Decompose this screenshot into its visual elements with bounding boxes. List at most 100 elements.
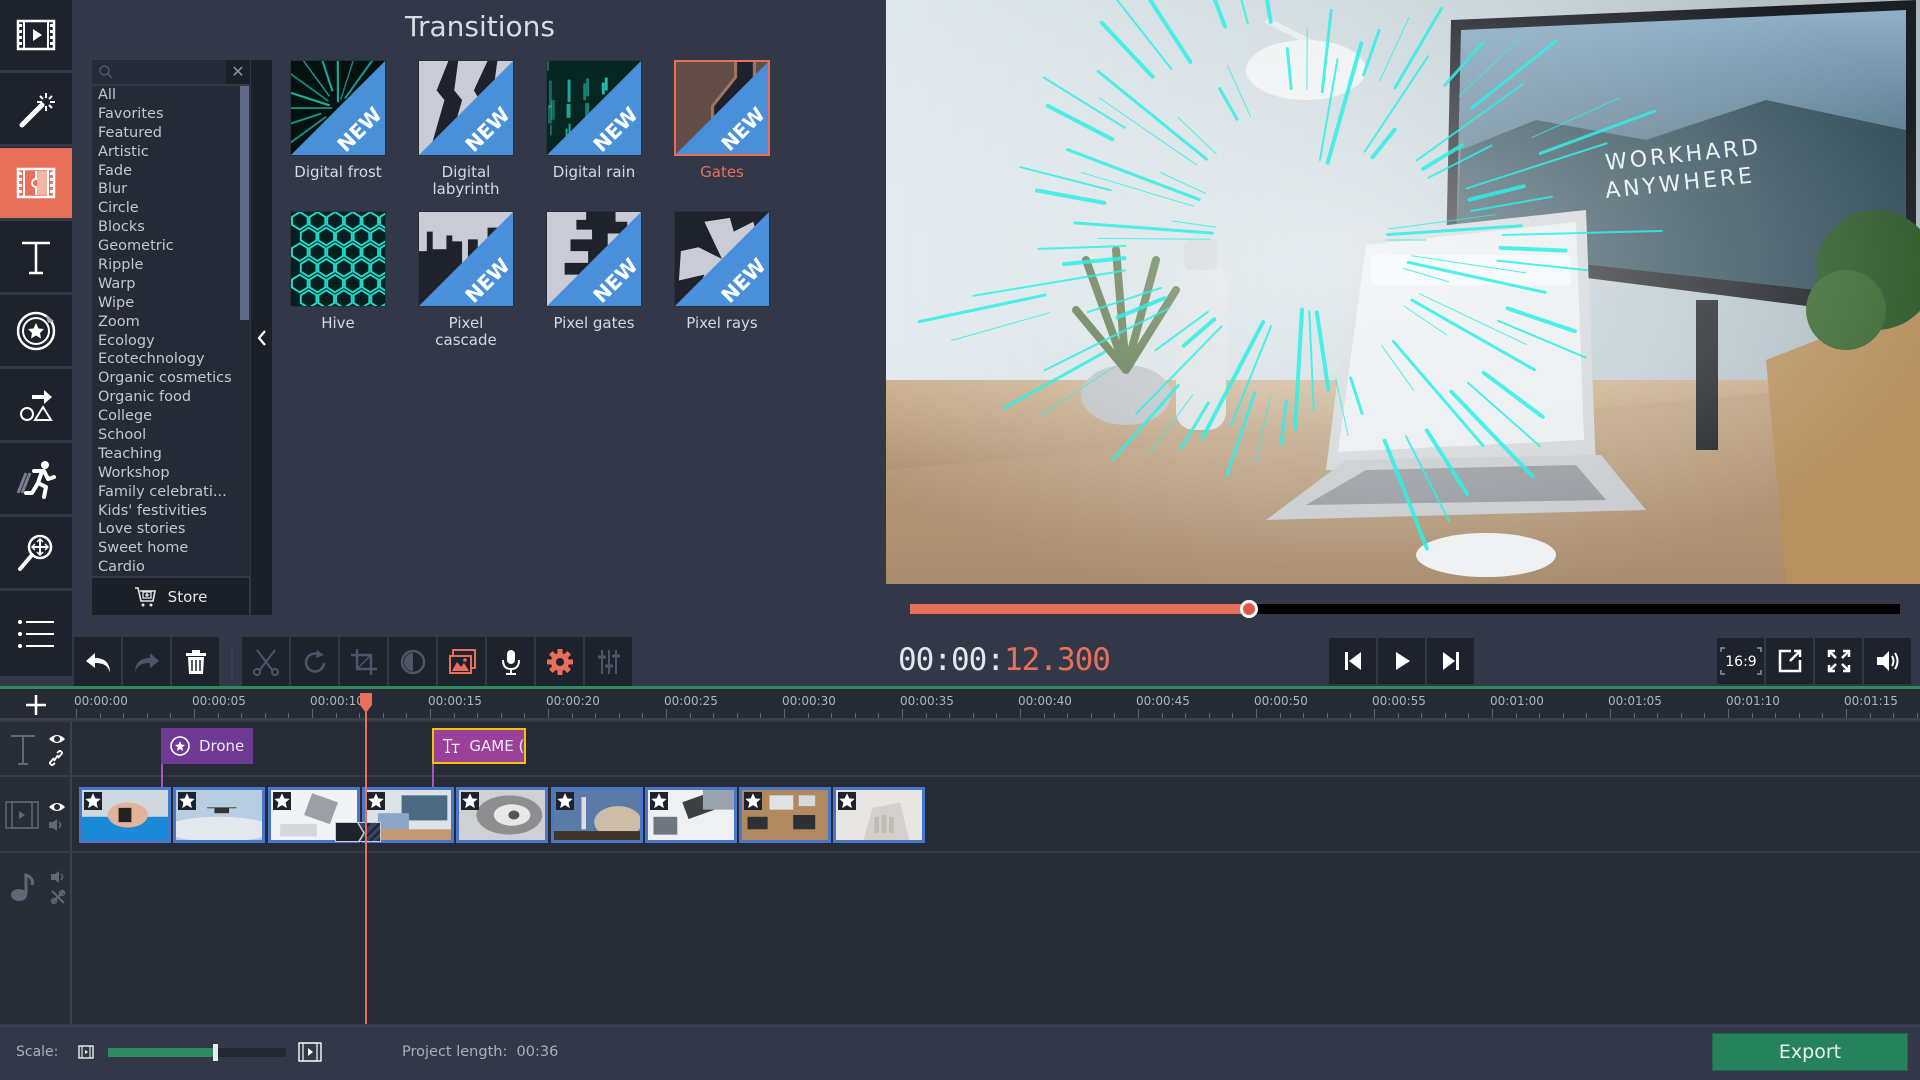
- video-clip-tunnel[interactable]: [456, 787, 549, 843]
- playback-progress-bar[interactable]: [910, 600, 1900, 618]
- transition-tile[interactable]: NEW Pixel rays: [674, 211, 770, 332]
- video-clip-smartwatch[interactable]: [79, 787, 171, 843]
- color-adjust-button[interactable]: [389, 637, 436, 686]
- rotate-button[interactable]: [291, 637, 338, 686]
- category-scrollbar[interactable]: [240, 86, 249, 576]
- favorite-star-icon[interactable]: [838, 792, 857, 810]
- progress-handle[interactable]: [1239, 600, 1258, 618]
- favorite-star-icon[interactable]: [649, 792, 668, 810]
- transition-tile[interactable]: NEW Gates: [674, 60, 770, 181]
- export-button[interactable]: Export: [1712, 1033, 1908, 1071]
- category-item[interactable]: Sweet home: [92, 539, 250, 558]
- favorite-star-icon[interactable]: [178, 792, 197, 810]
- undo-button[interactable]: [74, 637, 121, 686]
- sidebar-item-callouts[interactable]: [0, 370, 72, 443]
- category-item[interactable]: Organic food: [92, 388, 250, 407]
- zoom-in-film-icon[interactable]: [298, 1042, 322, 1062]
- aspect-ratio-button[interactable]: 16:9: [1717, 638, 1764, 684]
- sidebar-item-more[interactable]: [0, 592, 72, 676]
- video-clip-meeting-table[interactable]: [739, 787, 832, 843]
- category-item[interactable]: Workshop: [92, 464, 250, 483]
- link-icon[interactable]: [49, 750, 63, 766]
- volume-button[interactable]: [1864, 638, 1911, 684]
- redo-button[interactable]: [123, 637, 170, 686]
- record-voice-button[interactable]: [487, 637, 534, 686]
- favorite-star-icon[interactable]: [366, 792, 385, 810]
- favorite-star-icon[interactable]: [84, 792, 102, 810]
- timeline-tracks[interactable]: [0, 722, 1920, 1024]
- sidebar-item-import[interactable]: [0, 0, 72, 73]
- category-item[interactable]: Family celebrati...: [92, 483, 250, 502]
- title-clip[interactable]: GAME (: [432, 728, 527, 764]
- sidebar-item-transitions[interactable]: [0, 148, 72, 221]
- category-item[interactable]: Teaching: [92, 445, 250, 464]
- video-clip-drone[interactable]: [173, 787, 266, 843]
- unlink-icon[interactable]: [50, 889, 66, 905]
- playhead[interactable]: [365, 700, 368, 1024]
- category-item[interactable]: Ecology: [92, 332, 250, 351]
- eye-icon[interactable]: [48, 800, 66, 814]
- category-search[interactable]: ✕: [92, 60, 250, 84]
- favorite-star-icon[interactable]: [555, 792, 574, 810]
- category-item[interactable]: Organic cosmetics: [92, 369, 250, 388]
- category-item[interactable]: Blocks: [92, 218, 250, 237]
- category-item[interactable]: Cardio: [92, 558, 250, 576]
- category-item[interactable]: Kids' festivities: [92, 502, 250, 521]
- category-item[interactable]: Geometric: [92, 237, 250, 256]
- category-item[interactable]: Fade: [92, 162, 250, 181]
- transition-tile[interactable]: NEW Digital labyrinth: [418, 60, 514, 198]
- category-item[interactable]: Blur: [92, 180, 250, 199]
- favorite-star-icon[interactable]: [272, 792, 291, 810]
- collapse-panel-button[interactable]: [251, 60, 272, 615]
- transition-tile[interactable]: NEW Digital rain: [546, 60, 642, 181]
- favorite-star-icon[interactable]: [744, 792, 763, 810]
- speaker-icon[interactable]: [48, 818, 64, 832]
- store-button[interactable]: Store: [92, 578, 249, 615]
- title-clip[interactable]: Drone: [160, 728, 253, 764]
- speaker-icon[interactable]: [50, 870, 66, 884]
- skip-back-button[interactable]: [1329, 638, 1376, 684]
- transition-tile[interactable]: NEW Pixel cascade: [418, 211, 514, 349]
- transition-tile[interactable]: NEW Pixel gates: [546, 211, 642, 332]
- favorite-star-icon[interactable]: [461, 792, 480, 810]
- delete-button[interactable]: [172, 637, 219, 686]
- category-item[interactable]: Love stories: [92, 520, 250, 539]
- detach-preview-button[interactable]: [1766, 638, 1813, 684]
- clip-properties-button[interactable]: [438, 637, 485, 686]
- scrollbar-thumb[interactable]: [240, 86, 249, 320]
- sidebar-item-zoom-pan[interactable]: [0, 518, 72, 591]
- sidebar-item-filters[interactable]: [0, 74, 72, 147]
- sidebar-item-motion[interactable]: [0, 444, 72, 517]
- skip-forward-button[interactable]: [1427, 638, 1474, 684]
- sidebar-item-titles[interactable]: [0, 222, 72, 295]
- video-clip-laptop-hands[interactable]: [644, 787, 737, 843]
- video-clip-rocket-launch[interactable]: [550, 787, 643, 843]
- category-item[interactable]: College: [92, 407, 250, 426]
- category-item[interactable]: Favorites: [92, 105, 250, 124]
- category-item[interactable]: Artistic: [92, 143, 250, 162]
- transition-marker[interactable]: [335, 822, 381, 842]
- transition-tile[interactable]: NEW Digital frost: [290, 60, 386, 181]
- cut-button[interactable]: [242, 637, 289, 686]
- fullscreen-button[interactable]: [1815, 638, 1862, 684]
- category-item[interactable]: Wipe: [92, 294, 250, 313]
- eye-icon[interactable]: [48, 732, 66, 746]
- add-track-button[interactable]: [0, 689, 72, 720]
- scale-slider-handle[interactable]: [212, 1044, 218, 1061]
- category-item[interactable]: School: [92, 426, 250, 445]
- category-item[interactable]: Featured: [92, 124, 250, 143]
- clear-search-button[interactable]: ✕: [226, 60, 250, 84]
- transition-tile[interactable]: Hive: [290, 211, 386, 332]
- crop-button[interactable]: [340, 637, 387, 686]
- category-item[interactable]: Warp: [92, 275, 250, 294]
- sidebar-item-stickers[interactable]: [0, 296, 72, 369]
- category-item[interactable]: Zoom: [92, 313, 250, 332]
- settings-button[interactable]: [536, 637, 583, 686]
- timeline-ruler[interactable]: 00:00:00 00:00:05 00:00:10 00:00:15 00:00:20…: [0, 689, 1920, 720]
- video-clip-robot-hand[interactable]: [833, 787, 926, 843]
- play-button[interactable]: [1378, 638, 1425, 684]
- category-item[interactable]: All: [92, 86, 250, 105]
- category-item[interactable]: Circle: [92, 199, 250, 218]
- video-preview[interactable]: WORKHARD ANYWHERE: [886, 0, 1920, 584]
- category-search-input[interactable]: [116, 60, 224, 84]
